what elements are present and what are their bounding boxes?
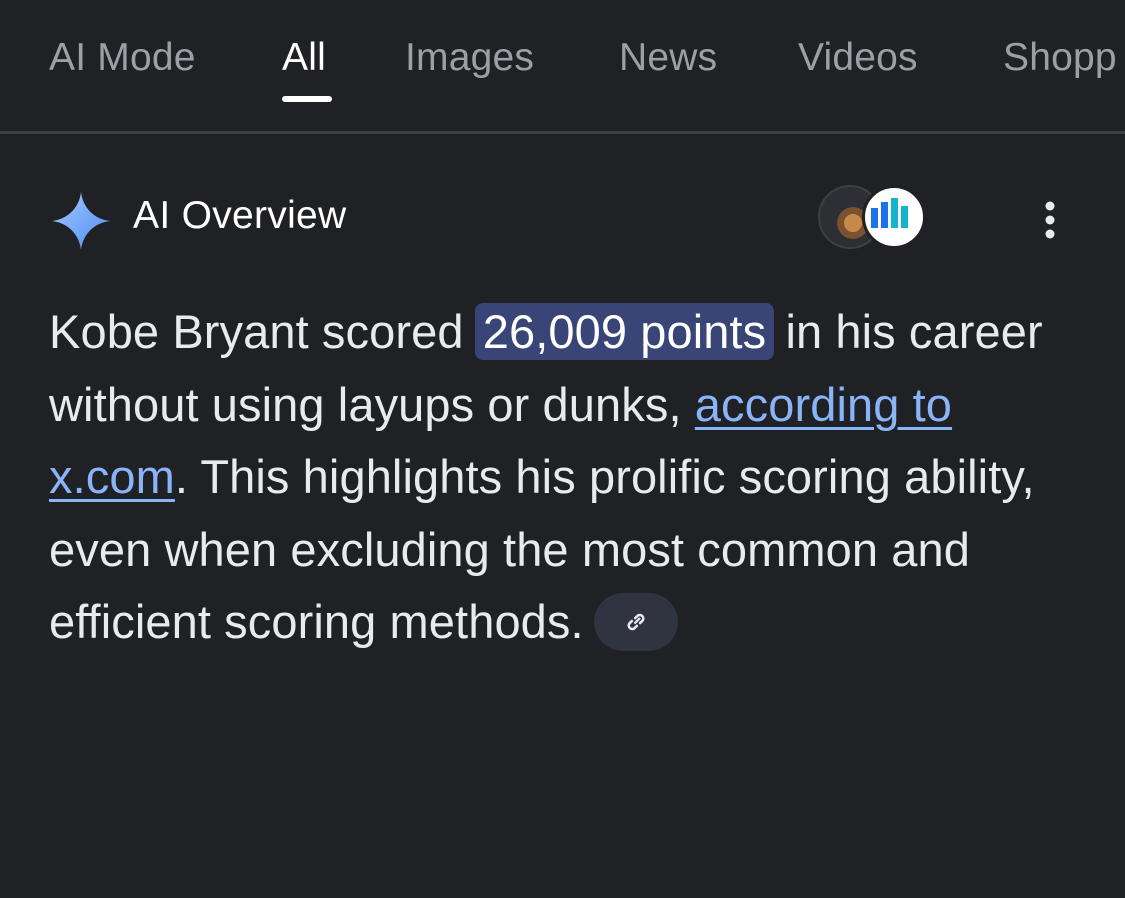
sparkle-icon (52, 192, 110, 250)
overview-text-segment: Kobe Bryant scored (49, 305, 477, 358)
tab-videos[interactable]: Videos (798, 36, 918, 80)
tab-shopping[interactable]: Shopp (1003, 36, 1117, 80)
link-icon (627, 613, 645, 630)
highlighted-answer: 26,009 points (474, 303, 775, 360)
source-avatar-chart[interactable] (862, 185, 926, 249)
search-tabs: AI Mode All Images News Videos Shopp (0, 0, 1125, 134)
active-tab-indicator (282, 96, 332, 102)
tab-images[interactable]: Images (405, 36, 534, 80)
tab-news[interactable]: News (619, 36, 717, 80)
tab-ai-mode[interactable]: AI Mode (49, 36, 196, 80)
citation-link-chip[interactable] (593, 592, 678, 651)
source-avatars[interactable] (818, 185, 930, 251)
overview-text-segment: . This highlights his prolific scoring a… (49, 450, 1035, 648)
search-results-page: AI Mode All Images News Videos Shopp AI … (0, 0, 1125, 898)
ai-overview-title: AI Overview (133, 194, 347, 237)
ai-overview-text: Kobe Bryant scored 26,009 points in his … (49, 296, 1099, 659)
bar-chart-icon (871, 198, 908, 228)
more-vert-icon[interactable] (1036, 198, 1064, 242)
ai-overview-header: AI Overview (0, 180, 1125, 260)
tab-all[interactable]: All (282, 36, 326, 80)
